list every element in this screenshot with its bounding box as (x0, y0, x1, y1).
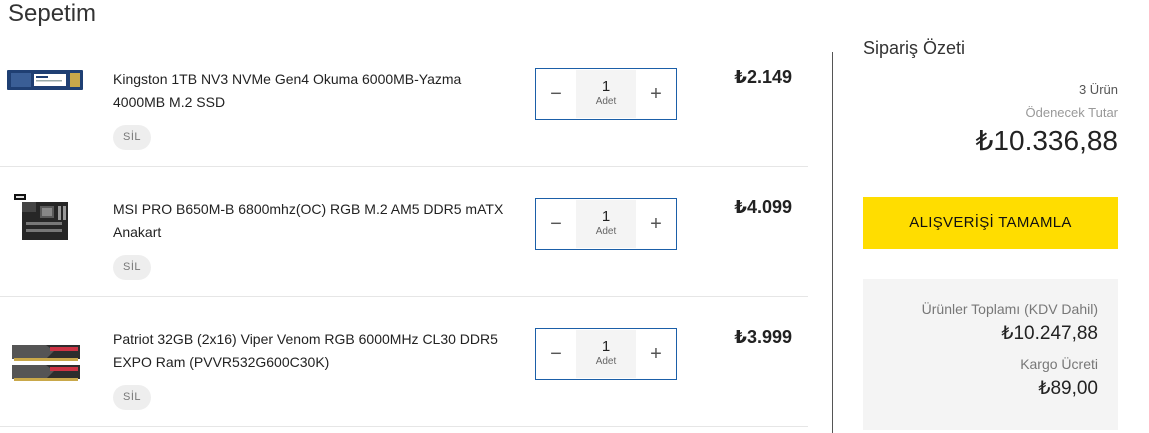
cart-item: MSI PRO B650M-B 6800mhz(OC) RGB M.2 AM5 … (0, 167, 808, 297)
minus-icon[interactable]: − (536, 199, 576, 249)
item-price: ₺2.149 (734, 67, 792, 87)
quantity-stepper: − 1 Adet + (535, 328, 677, 380)
payable-total: ₺10.336,88 (975, 125, 1118, 156)
quantity-display[interactable]: 1 Adet (576, 200, 636, 248)
quantity-value: 1 (601, 78, 611, 95)
product-name[interactable]: Patriot 32GB (2x16) Viper Venom RGB 6000… (113, 328, 513, 374)
remove-button[interactable]: SİL (113, 125, 151, 150)
shipping-label: Kargo Ücreti (1020, 356, 1098, 372)
item-price: ₺3.999 (734, 327, 792, 347)
quantity-stepper: − 1 Adet + (535, 198, 677, 250)
product-name[interactable]: Kingston 1TB NV3 NVMe Gen4 Okuma 6000MB-… (113, 68, 513, 114)
quantity-stepper: − 1 Adet + (535, 68, 677, 120)
payable-label: Ödenecek Tutar (1025, 105, 1119, 120)
column-divider (832, 52, 833, 433)
quantity-unit: Adet (595, 356, 617, 367)
quantity-display[interactable]: 1 Adet (576, 330, 636, 378)
product-image-ram[interactable] (10, 339, 82, 387)
quantity-value: 1 (601, 208, 611, 225)
order-summary-title: Sipariş Özeti (863, 38, 966, 58)
cart-item: Kingston 1TB NV3 NVMe Gen4 Okuma 6000MB-… (0, 37, 808, 167)
minus-icon[interactable]: − (536, 69, 576, 119)
product-image-ssd[interactable] (6, 67, 84, 93)
page-title: Sepetim (8, 0, 97, 27)
products-total-label: Ürünler Toplamı (KDV Dahil) (921, 301, 1098, 317)
product-name[interactable]: MSI PRO B650M-B 6800mhz(OC) RGB M.2 AM5 … (113, 198, 513, 244)
products-total-value: ₺10.247,88 (1001, 323, 1098, 344)
cart-item: Patriot 32GB (2x16) Viper Venom RGB 6000… (0, 297, 808, 427)
quantity-value: 1 (601, 338, 611, 355)
item-price: ₺4.099 (734, 197, 792, 217)
remove-button[interactable]: SİL (113, 385, 151, 410)
complete-purchase-button[interactable]: ALIŞVERİŞİ TAMAMLA (863, 197, 1118, 249)
totals-breakdown: Ürünler Toplamı (KDV Dahil) ₺10.247,88 K… (863, 279, 1118, 430)
cart-items-list: Kingston 1TB NV3 NVMe Gen4 Okuma 6000MB-… (0, 37, 808, 427)
quantity-display[interactable]: 1 Adet (576, 70, 636, 118)
remove-button[interactable]: SİL (113, 255, 151, 280)
quantity-unit: Adet (595, 96, 617, 107)
plus-icon[interactable]: + (636, 199, 676, 249)
minus-icon[interactable]: − (536, 329, 576, 379)
plus-icon[interactable]: + (636, 69, 676, 119)
quantity-unit: Adet (595, 226, 617, 237)
plus-icon[interactable]: + (636, 329, 676, 379)
product-image-motherboard[interactable] (12, 194, 78, 242)
shipping-value: ₺89,00 (1038, 378, 1098, 399)
item-count: 3 Ürün (1078, 82, 1118, 97)
